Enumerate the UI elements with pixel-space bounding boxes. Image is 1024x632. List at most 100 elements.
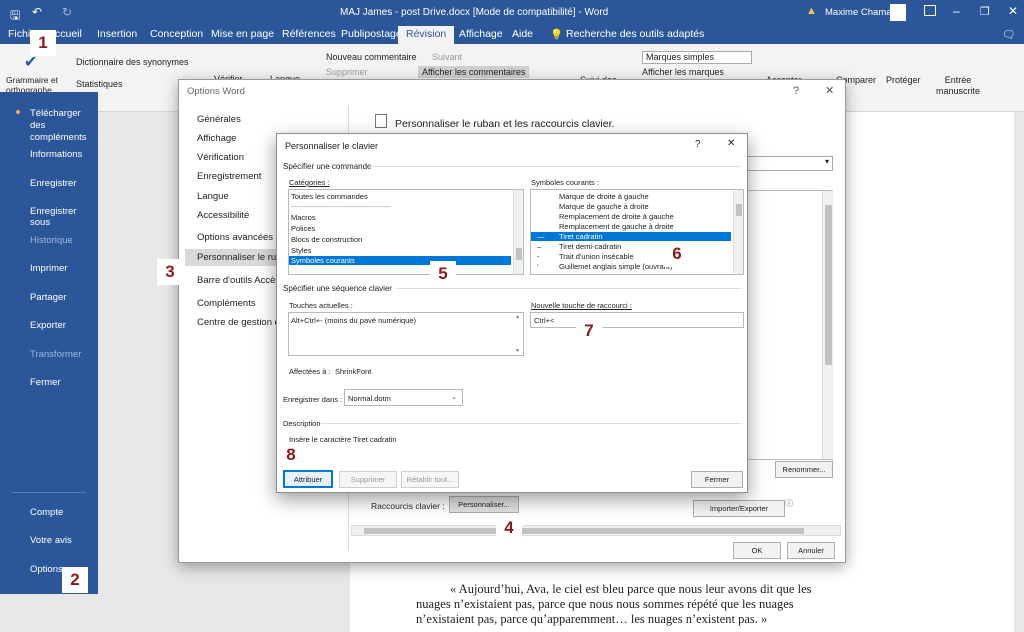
- nav-general[interactable]: Générales: [197, 114, 241, 125]
- current-key-item[interactable]: Alt+Ctrl+- (moins du pavé numérique): [291, 316, 416, 325]
- new-key-label: Nouvelle touche de raccourci :: [531, 301, 632, 310]
- new-comment-button[interactable]: Nouveau commentaire: [326, 52, 417, 62]
- undo-icon[interactable]: ↶: [32, 5, 42, 19]
- menu-close[interactable]: Fermer: [30, 377, 61, 388]
- rename-button[interactable]: Renommer...: [775, 461, 833, 478]
- next-comment-button[interactable]: Suivant: [432, 52, 462, 62]
- list-item[interactable]: Marque de droite à gauche: [531, 192, 731, 201]
- document-line: nuages n’existaient pas, parce que nous …: [416, 597, 794, 611]
- tab-view[interactable]: Affichage: [459, 28, 503, 40]
- minimize-icon[interactable]: –: [953, 4, 960, 18]
- symbol-glyph: ‘: [537, 262, 539, 271]
- menu-print[interactable]: Imprimer: [30, 263, 67, 274]
- lightbulb-icon: 💡: [550, 29, 564, 41]
- customize-shortcuts-button[interactable]: Personnaliser...: [449, 496, 519, 513]
- tab-references[interactable]: Références: [282, 28, 336, 40]
- categories-list[interactable]: Toutes les commandes -------------------…: [288, 189, 524, 275]
- close-button[interactable]: Fermer: [691, 471, 743, 488]
- description-text: Insère le caractère Tiret cadratin: [289, 435, 397, 444]
- nav-save[interactable]: Enregistrement: [197, 171, 261, 182]
- nav-customize-ribbon[interactable]: Personnaliser le ruban: [185, 249, 279, 266]
- save-in-select[interactable]: Normal.dotm ⌄: [344, 389, 463, 406]
- close-icon[interactable]: ✕: [727, 138, 735, 149]
- scroll-up-icon[interactable]: ▲: [515, 314, 520, 320]
- list-item[interactable]: Remplacement de droite à gauche: [531, 212, 731, 221]
- ribbon-display-icon[interactable]: [924, 5, 936, 16]
- show-markup-button[interactable]: Afficher les marques: [642, 67, 724, 77]
- dictionary-button[interactable]: Dictionnaire des synonymes: [76, 57, 189, 67]
- info-icon: ⓘ: [785, 499, 793, 508]
- list-item[interactable]: Blocs de construction: [291, 235, 362, 244]
- help-icon[interactable]: ?: [695, 139, 701, 150]
- scrollbar[interactable]: [822, 191, 833, 459]
- avatar[interactable]: [890, 4, 906, 21]
- nav-add-ins[interactable]: Compléments: [197, 298, 256, 309]
- menu-account[interactable]: Compte: [30, 507, 63, 518]
- list-item[interactable]: Marque de gauche à droite: [531, 202, 731, 211]
- list-item-selected[interactable]: Symboles courants: [289, 256, 511, 265]
- list-item-selected[interactable]: Tiret cadratin: [531, 232, 731, 241]
- restore-icon[interactable]: ❐: [980, 5, 990, 18]
- ink-button[interactable]: Entrée manuscrite: [932, 75, 984, 97]
- scroll-down-icon[interactable]: ▼: [515, 348, 520, 354]
- tab-mailings[interactable]: Publipostage: [341, 28, 402, 40]
- save-icon[interactable]: 🖫: [10, 6, 20, 27]
- nav-language[interactable]: Langue: [197, 191, 229, 202]
- step-badge-6: 6: [664, 241, 690, 267]
- list-item[interactable]: Polices: [291, 224, 315, 233]
- menu-save-as[interactable]: Enregistrer sous: [30, 206, 98, 228]
- show-comments-button[interactable]: Afficher les commentaires: [418, 66, 530, 78]
- help-icon[interactable]: ?: [793, 85, 799, 97]
- protect-button[interactable]: Protéger: [886, 75, 921, 85]
- list-item[interactable]: Macros: [291, 213, 316, 222]
- list-item[interactable]: Styles: [291, 246, 311, 255]
- symbols-label: Symboles courants :: [531, 178, 599, 187]
- step-badge-7: 7: [576, 318, 602, 344]
- scrollbar[interactable]: [733, 190, 743, 274]
- scroll-thumb[interactable]: [825, 205, 832, 365]
- menu-save[interactable]: Enregistrer: [30, 178, 76, 189]
- tab-layout[interactable]: Mise en page: [211, 28, 274, 40]
- nav-display[interactable]: Affichage: [197, 133, 236, 144]
- tab-help[interactable]: Aide: [512, 28, 533, 40]
- menu-add-ins[interactable]: Télécharger des compléments: [30, 108, 96, 144]
- close-icon[interactable]: ✕: [1008, 4, 1018, 18]
- scrollbar[interactable]: [513, 190, 523, 274]
- step-badge-4: 4: [496, 515, 522, 541]
- comments-icon[interactable]: 🗨: [1002, 28, 1015, 41]
- redo-icon[interactable]: ↻: [62, 5, 72, 19]
- list-item[interactable]: Guillemet anglais simple (ouvrant): [531, 262, 731, 271]
- scroll-thumb[interactable]: [364, 528, 804, 534]
- nav-proofing[interactable]: Vérification: [197, 152, 244, 163]
- scroll-thumb[interactable]: [736, 204, 742, 216]
- delete-comment-button[interactable]: Supprimer: [326, 67, 368, 77]
- menu-export[interactable]: Exporter: [30, 320, 66, 331]
- new-key-input[interactable]: Ctrl+<: [530, 312, 744, 328]
- markup-select[interactable]: Marques simples: [642, 51, 752, 64]
- menu-info[interactable]: Informations: [30, 149, 82, 160]
- specify-sequence-heading: Spécifier une séquence clavier: [283, 284, 392, 293]
- symbols-list[interactable]: Marque de droite à gauche Marque de gauc…: [530, 189, 744, 275]
- horizontal-scrollbar[interactable]: [351, 525, 841, 536]
- list-item[interactable]: Trait d'union insécable: [531, 252, 731, 261]
- tab-review[interactable]: Révision: [398, 26, 455, 44]
- scroll-thumb[interactable]: [516, 248, 522, 260]
- tab-design[interactable]: Conception: [150, 28, 203, 40]
- tell-me-search[interactable]: Recherche des outils adaptés: [566, 28, 704, 40]
- list-item[interactable]: Toutes les commandes: [291, 192, 368, 201]
- cancel-button[interactable]: Annuler: [787, 542, 835, 559]
- menu-share[interactable]: Partager: [30, 292, 66, 303]
- assign-button[interactable]: Attribuer: [283, 470, 333, 488]
- statistics-button[interactable]: Statistiques: [76, 79, 123, 89]
- menu-options[interactable]: Options: [30, 564, 63, 575]
- import-export-button[interactable]: Importer/Exporter: [693, 500, 785, 517]
- nav-accessibility[interactable]: Accessibilité: [197, 210, 249, 221]
- close-icon[interactable]: ✕: [825, 84, 834, 97]
- nav-advanced[interactable]: Options avancées: [197, 232, 273, 243]
- list-item[interactable]: Tiret demi-cadratin: [531, 242, 731, 251]
- current-keys-list[interactable]: Alt+Ctrl+- (moins du pavé numérique) ▲ ▼: [288, 312, 524, 356]
- tab-insert[interactable]: Insertion: [97, 28, 137, 40]
- menu-feedback[interactable]: Votre avis: [30, 535, 72, 546]
- ok-button[interactable]: OK: [733, 542, 781, 559]
- list-item[interactable]: Remplacement de gauche à droite: [531, 222, 731, 231]
